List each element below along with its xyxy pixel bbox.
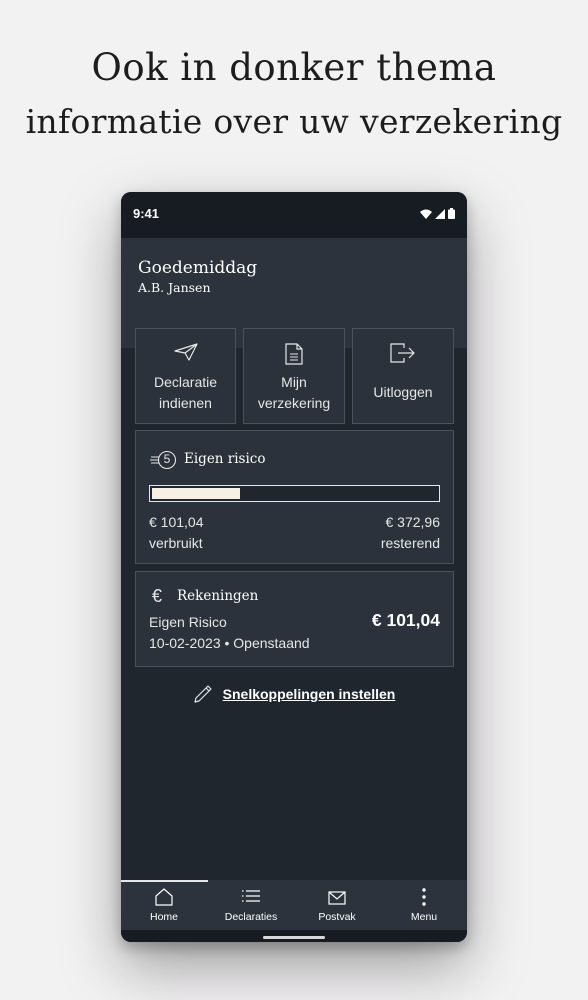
cellular-signal-icon bbox=[435, 208, 445, 219]
list-icon bbox=[242, 890, 260, 902]
shortcut-row: Snelkoppelingen instellen bbox=[121, 684, 467, 704]
pencil-icon bbox=[194, 685, 212, 703]
promo-subheadline: informatie over uw verzekering bbox=[25, 102, 563, 141]
greeting-text: Goedemiddag bbox=[138, 258, 258, 278]
gesture-bar[interactable] bbox=[263, 936, 325, 939]
nav-label: Menu bbox=[410, 911, 438, 923]
eigen-risico-progress-fill bbox=[152, 488, 241, 499]
nav-postvak[interactable]: Postvak bbox=[294, 880, 380, 930]
nav-label: Home bbox=[149, 911, 178, 923]
euro-icon: € bbox=[152, 586, 163, 606]
document-icon bbox=[285, 343, 303, 365]
tile-uitloggen[interactable]: Uitloggen bbox=[352, 328, 454, 424]
snelkoppelingen-link[interactable]: Snelkoppelingen instellen bbox=[223, 686, 396, 702]
nav-label: Postvak bbox=[318, 911, 356, 923]
eigen-risico-card[interactable]: 5 Eigen risico € 101,04 verbruikt € 372,… bbox=[135, 430, 454, 564]
paper-plane-icon bbox=[173, 343, 198, 361]
remaining-label: resterend bbox=[380, 535, 440, 551]
nav-declaraties[interactable]: Declaraties bbox=[208, 880, 294, 930]
nav-label: Declaraties bbox=[224, 911, 278, 923]
phone-frame: 9:41 Goedemiddag A.B. Jansen Declaratie … bbox=[121, 192, 467, 942]
logout-icon bbox=[390, 343, 415, 363]
tile-declaratie-indienen[interactable]: Declaratie indienen bbox=[135, 328, 236, 424]
invoice-amount: € 101,04 bbox=[371, 610, 440, 630]
more-vertical-icon bbox=[422, 888, 426, 906]
invoice-meta: 10-02-2023 • Openstaand bbox=[149, 635, 310, 651]
home-icon bbox=[155, 888, 173, 906]
tile-mijn-verzekering[interactable]: Mijn verzekering bbox=[243, 328, 345, 424]
rekeningen-card[interactable]: € Rekeningen Eigen Risico 10-02-2023 • O… bbox=[135, 571, 454, 667]
envelope-icon bbox=[328, 891, 346, 905]
tile-label: Declaratie indienen bbox=[153, 374, 218, 411]
nav-home[interactable]: Home bbox=[121, 880, 207, 930]
remaining-amount: € 372,96 bbox=[385, 514, 441, 530]
status-bar: 9:41 bbox=[121, 192, 467, 238]
used-label: verbruikt bbox=[149, 535, 203, 551]
user-name: A.B. Jansen bbox=[138, 280, 211, 295]
wifi-icon bbox=[420, 209, 432, 219]
used-amount: € 101,04 bbox=[149, 514, 204, 530]
tile-label: Uitloggen bbox=[373, 384, 433, 400]
eigen-risico-progress bbox=[149, 485, 440, 502]
eigen-risico-title: Eigen risico bbox=[184, 451, 266, 467]
promo-headline: Ook in donker thema bbox=[91, 46, 497, 89]
coins-number: 5 bbox=[163, 452, 171, 466]
rekeningen-title: Rekeningen bbox=[177, 588, 259, 604]
tile-label: Mijn verzekering bbox=[257, 374, 331, 411]
invoice-title: Eigen Risico bbox=[149, 614, 227, 630]
battery-icon bbox=[448, 208, 455, 219]
nav-menu[interactable]: Menu bbox=[381, 880, 467, 930]
bottom-navigation: Home Declaraties Postvak Menu bbox=[121, 880, 467, 930]
status-time: 9:41 bbox=[133, 206, 160, 221]
